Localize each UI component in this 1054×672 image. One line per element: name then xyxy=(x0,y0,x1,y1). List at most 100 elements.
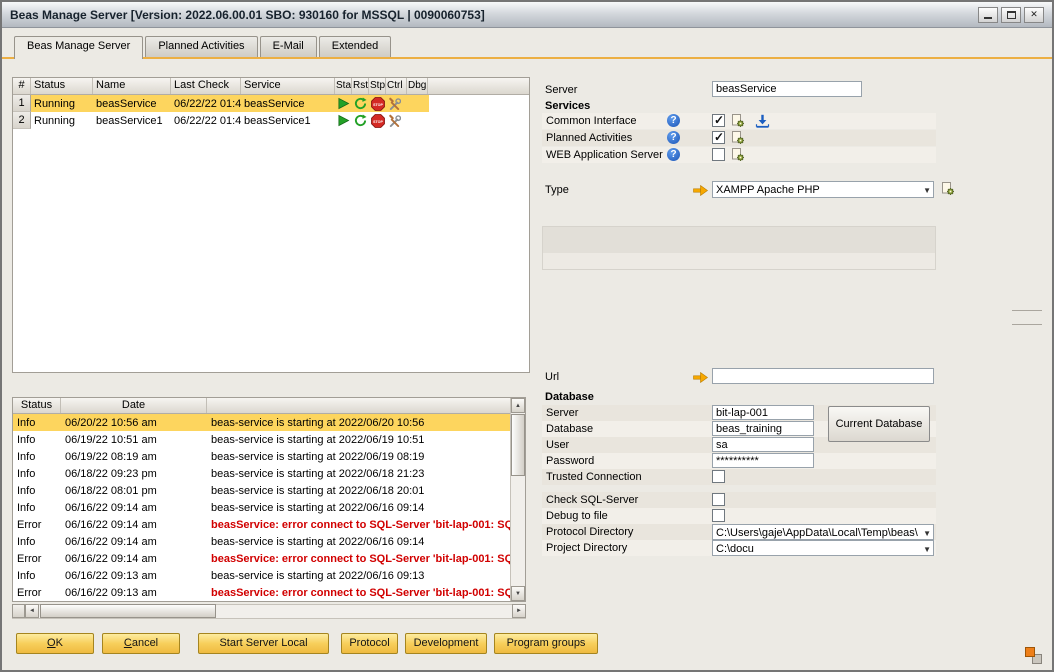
log-horizontal-scrollbar[interactable]: ◄ ► xyxy=(12,604,526,619)
form-resize-grip[interactable] xyxy=(1025,647,1042,664)
current-database-button[interactable]: Current Database xyxy=(828,406,930,442)
log-row[interactable]: Error06/16/22 09:14 ambeasService: error… xyxy=(13,516,510,533)
scroll-down-icon[interactable]: ▼ xyxy=(511,586,525,601)
log-row[interactable]: Info06/16/22 09:13 ambeas-service is sta… xyxy=(13,567,510,584)
tab-extended[interactable]: Extended xyxy=(319,36,391,57)
download-icon[interactable] xyxy=(755,114,770,128)
row-number: 2 xyxy=(13,112,31,129)
db-field-row: Trusted Connection xyxy=(542,469,936,485)
log-message: beasService: error connect to SQL-Server… xyxy=(207,553,510,565)
start-service-icon[interactable] xyxy=(335,112,352,129)
start-server-local-button[interactable]: Start Server Local xyxy=(198,633,329,654)
configure-service-icon[interactable] xyxy=(731,114,745,128)
scroll-left-icon[interactable]: ◄ xyxy=(25,604,39,618)
services-table-header: # Status Name Last Check Service Sta Rst… xyxy=(13,78,529,95)
col-stp: Stp xyxy=(369,78,386,94)
log-date: 06/20/22 10:56 am xyxy=(61,417,207,429)
db-field-row: Password xyxy=(542,453,936,469)
log-row[interactable]: Info06/19/22 10:51 ambeas-service is sta… xyxy=(13,431,510,448)
log-row[interactable]: Info06/18/22 09:23 pmbeas-service is sta… xyxy=(13,465,510,482)
protocol-directory-select[interactable]: C:\Users\gaje\AppData\Local\Temp\beas\ xyxy=(712,524,934,540)
db-field-row: Project Directory C:\docu xyxy=(542,540,936,556)
project-directory-select[interactable]: C:\docu xyxy=(712,540,934,556)
log-status: Info xyxy=(13,536,61,548)
log-row[interactable]: Info06/16/22 09:14 ambeas-service is sta… xyxy=(13,533,510,550)
tab-e-mail[interactable]: E-Mail xyxy=(260,36,317,57)
link-arrow-icon[interactable] xyxy=(693,372,708,383)
tab-beas-manage-server[interactable]: Beas Manage Server xyxy=(14,36,143,59)
program-groups-button[interactable]: Program groups xyxy=(494,633,598,654)
server-label: Server xyxy=(545,84,577,96)
maximize-button[interactable] xyxy=(1001,7,1021,23)
service-row[interactable]: 1 Running beasService 06/22/22 01:49 bea… xyxy=(13,95,429,112)
service-name: beasService xyxy=(93,98,171,110)
help-icon[interactable]: ? xyxy=(667,131,680,144)
log-row[interactable]: Info06/19/22 08:19 ambeas-service is sta… xyxy=(13,448,510,465)
server-input[interactable] xyxy=(712,81,862,97)
web-application-server-checkbox[interactable] xyxy=(712,148,725,161)
common-interface-label: Common Interface xyxy=(546,115,636,127)
log-status: Info xyxy=(13,417,61,429)
protocol-directory-label: Protocol Directory xyxy=(546,526,633,538)
log-message: beas-service is starting at 2022/06/18 2… xyxy=(207,468,510,480)
window-title: Beas Manage Server [Version: 2022.06.00.… xyxy=(10,8,485,22)
debug-to-file-checkbox[interactable] xyxy=(712,509,725,522)
check-sql-server-checkbox[interactable] xyxy=(712,493,725,506)
close-button[interactable]: ✕ xyxy=(1024,7,1044,23)
protocol-button[interactable]: Protocol xyxy=(341,633,398,654)
db-server-input[interactable] xyxy=(712,405,814,420)
col-log-date: Date xyxy=(61,398,207,413)
services-section-header: Services xyxy=(545,100,590,112)
ok-button[interactable]: OK xyxy=(16,633,94,654)
planned-activities-checkbox[interactable] xyxy=(712,131,725,144)
log-status: Info xyxy=(13,502,61,514)
restart-service-icon[interactable] xyxy=(352,112,369,129)
db-user-input[interactable] xyxy=(712,437,814,452)
service-control-icon[interactable] xyxy=(386,95,403,112)
planned-activities-label: Planned Activities xyxy=(546,132,632,144)
url-input[interactable] xyxy=(712,368,934,384)
col-ctrl: Ctrl xyxy=(386,78,407,94)
restart-service-icon[interactable] xyxy=(352,95,369,112)
cancel-button[interactable]: Cancel xyxy=(102,633,180,654)
project-directory-label: Project Directory xyxy=(546,542,627,554)
log-table: Status Date Info06/20/22 10:56 ambeas-se… xyxy=(12,397,526,602)
log-message: beasService: error connect to SQL-Server… xyxy=(207,587,510,599)
common-interface-checkbox[interactable] xyxy=(712,114,725,127)
link-arrow-icon[interactable] xyxy=(693,185,708,196)
log-status: Info xyxy=(13,434,61,446)
log-row[interactable]: Error06/16/22 09:13 ambeasService: error… xyxy=(13,584,510,601)
vertical-scroll-thumb[interactable] xyxy=(511,414,525,476)
type-select[interactable]: XAMPP Apache PHP xyxy=(712,181,934,198)
help-icon[interactable]: ? xyxy=(667,114,680,127)
db-password-input[interactable] xyxy=(712,453,814,468)
scroll-up-icon[interactable]: ▲ xyxy=(511,398,525,413)
log-vertical-scrollbar[interactable]: ▲ ▼ xyxy=(510,398,525,601)
tab-planned-activities[interactable]: Planned Activities xyxy=(145,36,257,57)
log-row[interactable]: Info06/20/22 10:56 ambeas-service is sta… xyxy=(13,414,510,431)
configure-service-icon[interactable] xyxy=(731,148,745,162)
start-service-icon[interactable] xyxy=(335,95,352,112)
db-field-row: Check SQL-Server xyxy=(542,492,936,508)
scroll-right-icon[interactable]: ► xyxy=(512,604,526,618)
minimize-button[interactable] xyxy=(978,7,998,23)
service-row[interactable]: 2 Running beasService1 06/22/22 01:49 be… xyxy=(13,112,429,129)
log-row[interactable]: Info06/16/22 09:14 ambeas-service is sta… xyxy=(13,499,510,516)
stop-service-icon[interactable]: STOP xyxy=(369,112,386,129)
url-label: Url xyxy=(545,371,559,383)
log-row[interactable]: Info06/18/22 08:01 pmbeas-service is sta… xyxy=(13,482,510,499)
service-control-icon[interactable] xyxy=(386,112,403,129)
db-database-input[interactable] xyxy=(712,421,814,436)
stop-service-icon[interactable]: STOP xyxy=(369,95,386,112)
horizontal-scroll-thumb[interactable] xyxy=(40,604,216,618)
log-row[interactable]: Error06/16/22 09:14 ambeasService: error… xyxy=(13,550,510,567)
log-status: Error xyxy=(13,587,61,599)
service-service: beasService xyxy=(241,98,335,110)
development-button[interactable]: Development xyxy=(405,633,487,654)
help-icon[interactable]: ? xyxy=(667,148,680,161)
col-last-check: Last Check xyxy=(171,78,241,94)
service-option-row: Common Interface ? xyxy=(542,113,936,129)
trusted-connection-checkbox[interactable] xyxy=(712,470,725,483)
configure-type-icon[interactable] xyxy=(941,182,955,196)
configure-service-icon[interactable] xyxy=(731,131,745,145)
